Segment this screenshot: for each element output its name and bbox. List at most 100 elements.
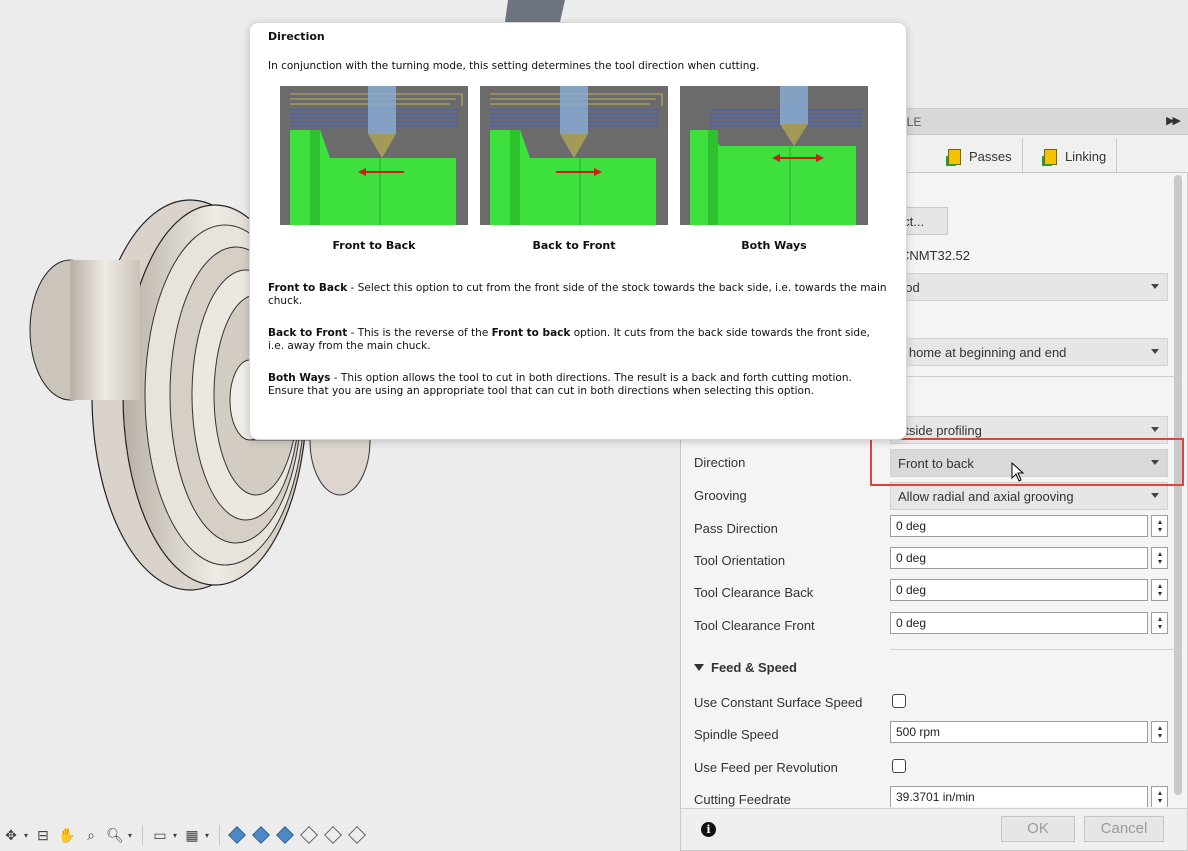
toolbar-separator (142, 825, 144, 845)
constant-surface-speed-row: Use Constant Surface Speed (681, 686, 1171, 718)
tab-linking[interactable]: Linking (1031, 139, 1118, 173)
reference-term: Front to back (491, 327, 571, 339)
cube-glyph (348, 826, 366, 844)
term: Back to Front (268, 327, 348, 339)
tab-passes[interactable]: Passes (935, 139, 1023, 173)
tool-orientation-input[interactable]: 0 deg (890, 547, 1148, 569)
cancel-button[interactable]: Cancel (1084, 816, 1164, 842)
grooving-label: Grooving (694, 488, 747, 503)
look-at-icon[interactable]: ⊟ (32, 824, 54, 846)
pan-icon[interactable]: ✋ (56, 824, 78, 846)
feed-speed-title: Feed & Speed (711, 660, 797, 675)
toolbar-separator (219, 825, 221, 845)
chevron-down-icon[interactable]: ▾ (205, 831, 209, 840)
cube-glyph (300, 826, 318, 844)
cube-glyph (276, 826, 294, 844)
zoom-icon[interactable]: 🔍︎ (104, 824, 126, 846)
back-to-front-caption: Back to Front (532, 239, 616, 252)
feed-per-revolution-checkbox[interactable] (892, 759, 906, 773)
coolant-select[interactable]: ood (890, 273, 1168, 301)
grooving-select[interactable]: Allow radial and axial grooving (890, 482, 1168, 510)
term: Front to Back (268, 282, 348, 294)
tool-clearance-back-spinner[interactable] (1151, 579, 1168, 601)
wireframe-visible-cube-icon[interactable] (346, 824, 368, 846)
cube-glyph (252, 826, 270, 844)
tool-clearance-back-input[interactable]: 0 deg (890, 579, 1148, 601)
direction-label: Direction (694, 455, 746, 470)
description-text: - Select this option to cut from the fro… (268, 282, 887, 307)
info-icon[interactable]: i (701, 822, 716, 837)
tooltip-title: Direction (268, 30, 325, 43)
grooving-value: Allow radial and axial grooving (898, 489, 1074, 504)
both-ways-illustration (680, 86, 868, 225)
grid-icon[interactable]: ▦ (181, 824, 203, 846)
mouse-cursor-icon (1011, 462, 1025, 482)
feed-per-revolution-row: Use Feed per Revolution (681, 751, 1171, 783)
tool-orientation-spinner[interactable] (1151, 547, 1168, 569)
spindle-speed-input[interactable]: 500 rpm (890, 721, 1148, 743)
direction-tooltip: Direction In conjunction with the turnin… (249, 22, 907, 440)
tool-clearance-back-label: Tool Clearance Back (694, 585, 814, 600)
dialog-footer: i OK Cancel (681, 808, 1187, 850)
spindle-speed-row: Spindle Speed 500 rpm (681, 718, 1171, 750)
chevron-down-icon (1151, 284, 1159, 289)
direction-highlight-box (870, 438, 1184, 486)
pass-direction-label: Pass Direction (694, 521, 778, 536)
pass-direction-spinner[interactable] (1151, 515, 1168, 537)
description-text: - This option allows the tool to cut in … (268, 372, 852, 397)
pass-direction-input[interactable]: 0 deg (890, 515, 1148, 537)
wireframe-hidden-cube-icon[interactable] (322, 824, 344, 846)
constant-surface-speed-checkbox[interactable] (892, 694, 906, 708)
tool-clearance-front-input[interactable]: 0 deg (890, 612, 1148, 634)
tab-label: Passes (969, 148, 1012, 164)
linking-tab-icon (1041, 147, 1059, 166)
tooltip-intro: In conjunction with the turning mode, th… (268, 60, 760, 72)
term: Both Ways (268, 372, 331, 384)
chevron-down-icon (1151, 493, 1159, 498)
constant-surface-speed-label: Use Constant Surface Speed (694, 695, 863, 710)
cutting-feedrate-input[interactable]: 39.3701 in/min (890, 786, 1148, 807)
front-to-back-illustration (280, 86, 468, 225)
back-to-front-illustration (480, 86, 668, 225)
tool-clearance-front-spinner[interactable] (1151, 612, 1168, 634)
spindle-speed-label: Spindle Speed (694, 727, 779, 742)
tool-clearance-front-label: Tool Clearance Front (694, 618, 815, 633)
home-position-select[interactable]: o home at beginning and end (890, 338, 1168, 366)
cube-glyph (228, 826, 246, 844)
passes-tab-icon (945, 147, 963, 166)
shaded-hidden-cube-icon[interactable] (274, 824, 296, 846)
feed-per-revolution-label: Use Feed per Revolution (694, 760, 838, 775)
orbit-icon[interactable]: ✥ (0, 824, 22, 846)
spindle-speed-spinner[interactable] (1151, 721, 1168, 743)
expand-arrows-icon[interactable]: ▶▶ (1166, 114, 1181, 127)
chevron-down-icon[interactable]: ▾ (128, 831, 132, 840)
tool-orientation-row: Tool Orientation 0 deg (681, 544, 1171, 576)
description-text: - This is the reverse of the (347, 327, 492, 339)
collapse-triangle-icon (694, 664, 704, 671)
pass-direction-row: Pass Direction 0 deg (681, 512, 1171, 544)
turning-mode-value: utside profiling (898, 423, 982, 438)
tool-clearance-back-row: Tool Clearance Back 0 deg (681, 576, 1171, 608)
chevron-down-icon[interactable]: ▾ (173, 831, 177, 840)
back-to-front-description: Back to Front - This is the reverse of t… (268, 327, 888, 353)
cutting-feedrate-spinner[interactable] (1151, 786, 1168, 807)
divider (890, 649, 1180, 650)
chevron-down-icon (1151, 349, 1159, 354)
tab-label: Linking (1065, 148, 1107, 164)
chevron-down-icon (1151, 427, 1159, 432)
zoom-window-icon[interactable]: ⌕ (80, 824, 102, 846)
shaded-cube-icon[interactable] (226, 824, 248, 846)
cutting-feedrate-label: Cutting Feedrate (694, 792, 791, 807)
ok-button[interactable]: OK (1001, 816, 1075, 842)
chevron-down-icon[interactable]: ▾ (24, 831, 28, 840)
wireframe-cube-icon[interactable] (298, 824, 320, 846)
both-ways-caption: Both Ways (741, 239, 807, 252)
cube-glyph (324, 826, 342, 844)
cutting-feedrate-row: Cutting Feedrate 39.3701 in/min (681, 783, 1171, 807)
shaded-edges-cube-icon[interactable] (250, 824, 272, 846)
feed-speed-section-header[interactable]: Feed & Speed (694, 660, 797, 675)
tool-clearance-front-row: Tool Clearance Front 0 deg (681, 609, 1171, 641)
display-settings-icon[interactable]: ▭ (149, 824, 171, 846)
home-position-value: o home at beginning and end (898, 345, 1067, 360)
navigation-toolbar: ✥ ▾ ⊟ ✋ ⌕ 🔍︎ ▾ ▭ ▾ ▦ ▾ (0, 823, 370, 847)
